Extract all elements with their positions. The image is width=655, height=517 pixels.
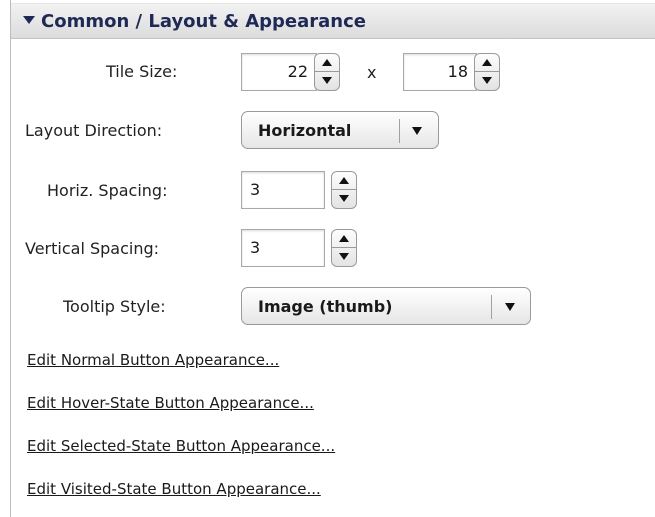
edit-selected-appearance-link[interactable]: Edit Selected-State Button Appearance... <box>27 437 335 455</box>
chevron-down-icon <box>412 127 422 135</box>
select-divider <box>399 119 400 143</box>
select-divider <box>491 295 492 319</box>
tile-width-field[interactable]: 22 <box>241 53 317 91</box>
tile-width-decrement-button[interactable] <box>315 72 339 90</box>
section-title: Common / Layout & Appearance <box>41 11 366 32</box>
chevron-down-icon <box>505 303 515 311</box>
horiz-spacing-stepper[interactable] <box>331 171 357 209</box>
disclosure-triangle-icon[interactable] <box>23 16 35 24</box>
tile-size-label: Tile Size: <box>106 62 178 81</box>
tile-height-stepper[interactable] <box>474 53 500 91</box>
tile-width-stepper[interactable] <box>314 53 340 91</box>
horiz-spacing-label: Horiz. Spacing: <box>47 181 168 200</box>
edit-visited-appearance-link[interactable]: Edit Visited-State Button Appearance... <box>27 480 321 498</box>
tile-height-increment-button[interactable] <box>475 54 499 72</box>
layout-direction-value: Horizontal <box>258 121 352 140</box>
arrow-up-icon <box>339 177 349 184</box>
section-header[interactable]: Common / Layout & Appearance <box>11 3 655 39</box>
arrow-down-icon <box>339 253 349 260</box>
horiz-spacing-field[interactable]: 3 <box>241 171 325 209</box>
arrow-up-icon <box>322 59 332 66</box>
tile-height-field[interactable]: 18 <box>403 53 477 91</box>
arrow-up-icon <box>482 59 492 66</box>
arrow-up-icon <box>339 235 349 242</box>
tooltip-style-value: Image (thumb) <box>258 297 393 316</box>
arrow-down-icon <box>482 77 492 84</box>
horiz-spacing-increment-button[interactable] <box>332 172 356 190</box>
vertical-spacing-label: Vertical Spacing: <box>25 239 160 258</box>
arrow-down-icon <box>339 195 349 202</box>
vertical-spacing-field[interactable]: 3 <box>241 229 325 267</box>
arrow-down-icon <box>322 77 332 84</box>
horiz-spacing-decrement-button[interactable] <box>332 190 356 208</box>
tile-width-increment-button[interactable] <box>315 54 339 72</box>
edit-normal-appearance-link[interactable]: Edit Normal Button Appearance... <box>27 351 279 369</box>
layout-appearance-panel: Common / Layout & Appearance Tile Size: … <box>10 0 655 517</box>
vertical-spacing-stepper[interactable] <box>331 229 357 267</box>
vertical-spacing-increment-button[interactable] <box>332 230 356 248</box>
tooltip-style-select[interactable]: Image (thumb) <box>241 287 531 325</box>
vertical-spacing-decrement-button[interactable] <box>332 248 356 266</box>
layout-direction-label: Layout Direction: <box>25 121 163 140</box>
layout-direction-select[interactable]: Horizontal <box>241 111 439 149</box>
tile-size-separator: x <box>367 63 377 82</box>
edit-hover-appearance-link[interactable]: Edit Hover-State Button Appearance... <box>27 394 314 412</box>
tooltip-style-label: Tooltip Style: <box>63 297 166 316</box>
tile-height-decrement-button[interactable] <box>475 72 499 90</box>
